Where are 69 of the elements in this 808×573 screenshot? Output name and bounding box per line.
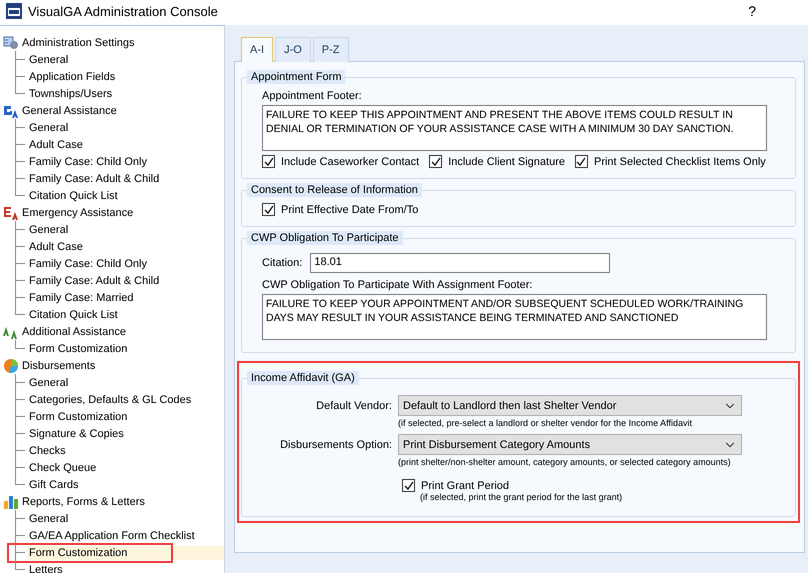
text-area[interactable]: FAILURE TO KEEP YOUR APPOINTMENT AND/OR SUBSEQUENT SCHEDULED WORK/TRAINING DAYS MAY RESULT IN YOUR ASSISTANCE BEING TERMINATED AND SANCTIONED bbox=[262, 294, 767, 340]
letters-icon bbox=[3, 204, 19, 220]
hint-text: (print shelter/non-shelter amount, category amounts, or selected category amounts) bbox=[398, 457, 732, 467]
tree-item[interactable]: General bbox=[27, 512, 70, 526]
tree-item[interactable]: Family Case: Child Only bbox=[27, 256, 149, 270]
bar-chart-icon bbox=[3, 494, 19, 510]
group-title: CWP Obligation To Participate bbox=[247, 231, 403, 245]
tab[interactable]: P-Z bbox=[312, 37, 349, 62]
checkbox-label: Print Grant Period bbox=[421, 480, 510, 492]
checkbox[interactable] bbox=[574, 155, 588, 168]
checkbox[interactable] bbox=[262, 155, 275, 168]
checkbox[interactable] bbox=[402, 479, 415, 492]
group-title: Consent to Release of Information bbox=[247, 183, 422, 197]
settings-icon bbox=[3, 34, 19, 50]
tree-item[interactable]: General bbox=[27, 120, 70, 134]
tree-group[interactable]: General Assistance bbox=[22, 104, 117, 116]
tree-item[interactable]: Form Customization bbox=[27, 546, 224, 560]
tree-item[interactable]: Citation Quick List bbox=[27, 308, 120, 322]
tree-group[interactable]: Emergency Assistance bbox=[22, 206, 134, 218]
tree-item[interactable]: Family Case: Married bbox=[27, 290, 136, 304]
tree-group[interactable]: Administration Settings bbox=[22, 36, 134, 48]
hint-text: (if selected, print the grant period for the last grant) bbox=[420, 492, 624, 502]
tree-item[interactable]: General bbox=[27, 52, 70, 66]
field-label: Citation: bbox=[262, 257, 302, 269]
tree-item[interactable]: Citation Quick List bbox=[27, 188, 120, 202]
tree-group[interactable]: Reports, Forms & Letters bbox=[22, 496, 145, 508]
tree-item[interactable]: Form Customization bbox=[27, 410, 130, 424]
tree-item[interactable]: Family Case: Adult & Child bbox=[27, 172, 162, 186]
tree-item[interactable]: Gift Cards bbox=[27, 478, 81, 492]
dropdown[interactable]: Print Disbursement Category Amounts bbox=[398, 434, 742, 455]
tab[interactable]: J-O bbox=[275, 37, 311, 62]
window-title: VisualGA Administration Console bbox=[28, 4, 219, 18]
group-title: Income Affidavit (GA) bbox=[247, 371, 359, 385]
checkbox[interactable] bbox=[429, 155, 442, 168]
pie-chart-icon bbox=[3, 358, 19, 374]
tree-item[interactable]: General bbox=[27, 376, 70, 390]
field-label: Disbursements Option: bbox=[280, 438, 392, 452]
group-title: Appointment Form bbox=[247, 70, 346, 84]
tree-item[interactable]: Form Customization bbox=[27, 342, 130, 356]
tree-item[interactable]: Check Queue bbox=[27, 460, 98, 474]
tree-item[interactable]: Townships/Users bbox=[27, 86, 114, 100]
help-button[interactable]: ? bbox=[748, 3, 756, 19]
tree-item[interactable]: Signature & Copies bbox=[27, 426, 126, 440]
tree-item[interactable]: General bbox=[27, 222, 70, 236]
tree-item[interactable]: Categories, Defaults & GL Codes bbox=[27, 392, 194, 406]
tree-item[interactable]: Checks bbox=[27, 444, 68, 458]
field-label: Appointment Footer: bbox=[262, 90, 363, 102]
text-area[interactable]: FAILURE TO KEEP THIS APPOINTMENT AND PRESENT THE ABOVE ITEMS COULD RESULT IN DENIAL OR TERMINATION OF YOUR ASSISTANCE CASE WITH A MINIMUM 30 DAY SANCTION. bbox=[262, 105, 767, 151]
tree-item[interactable]: Letters bbox=[27, 562, 65, 573]
checkbox-label: Print Effective Date From/To bbox=[281, 204, 418, 216]
tab[interactable]: A-I bbox=[241, 37, 274, 62]
tree-item[interactable]: Adult Case bbox=[27, 138, 85, 152]
tree-group[interactable]: Additional Assistance bbox=[22, 326, 126, 338]
checkbox-label: Print Selected Checklist Items Only bbox=[594, 156, 766, 168]
tree-item[interactable]: Family Case: Adult & Child bbox=[27, 274, 162, 288]
field-label: CWP Obligation To Participate With Assignment Footer: bbox=[262, 279, 534, 291]
field-label: Default Vendor: bbox=[316, 399, 392, 413]
app-icon bbox=[6, 3, 22, 19]
checkbox-label: Include Caseworker Contact bbox=[281, 156, 420, 168]
checkbox-label: Include Client Signature bbox=[448, 156, 565, 168]
text-field[interactable]: 18.01 bbox=[310, 253, 610, 273]
tree-item[interactable]: GA/EA Application Form Checklist bbox=[27, 528, 197, 542]
hint-text: (if selected, pre-select a landlord or shelter vendor for the Income Affidavit bbox=[398, 418, 693, 428]
tree-group[interactable]: Disbursements bbox=[22, 360, 96, 372]
tree-item[interactable]: Adult Case bbox=[27, 240, 85, 254]
checkbox[interactable] bbox=[262, 203, 275, 216]
tree-item[interactable]: Application Fields bbox=[27, 70, 118, 84]
dropdown[interactable]: Default to Landlord then last Shelter Vendor bbox=[398, 395, 742, 416]
tree-item[interactable]: Family Case: Child Only bbox=[27, 154, 149, 168]
